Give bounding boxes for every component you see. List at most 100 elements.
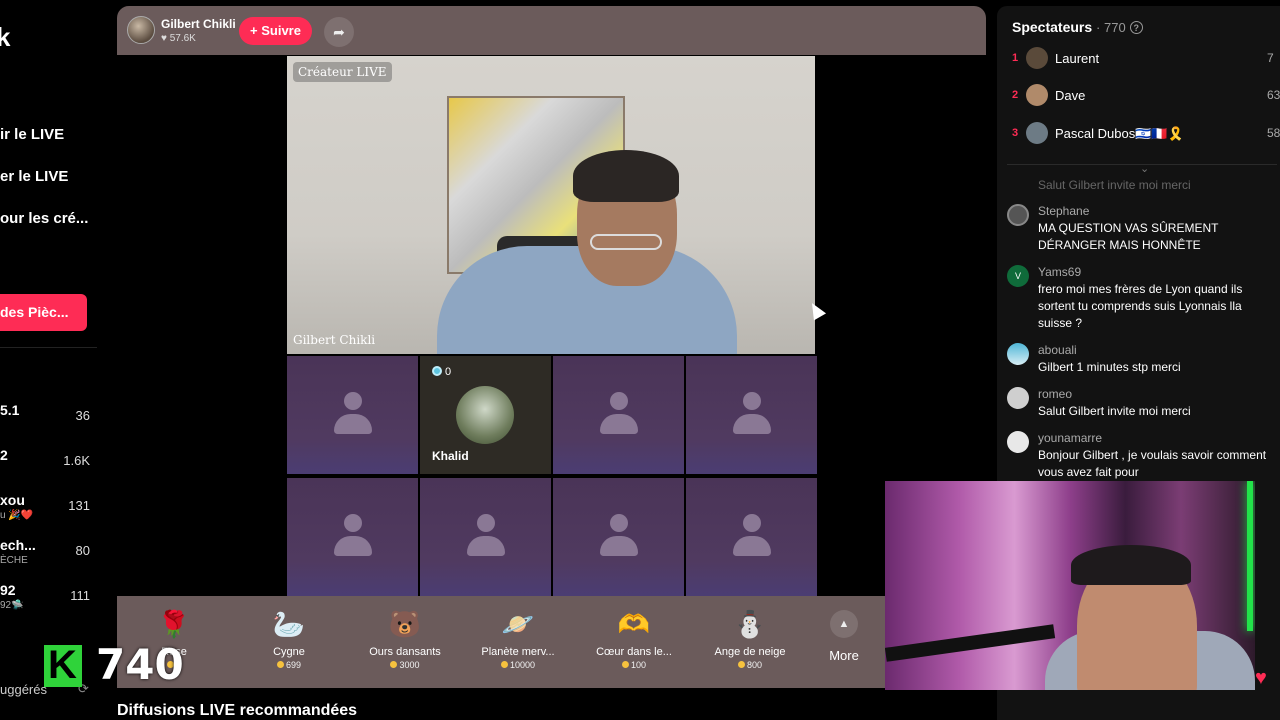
- ranking-row[interactable]: 2 1.6K: [0, 447, 92, 483]
- k-logo-icon: K: [44, 643, 82, 687]
- spectators-title: Spectateurs · 770?: [1012, 19, 1143, 35]
- gift-planet[interactable]: 🪐 Planète merv... 10000: [463, 604, 573, 684]
- more-gifts-button[interactable]: ▲ More: [822, 604, 866, 674]
- faded-chat-message: Salut Gilbert invite moi merci: [1038, 178, 1191, 192]
- guest-slot-empty[interactable]: [686, 478, 817, 596]
- avatar: [1007, 204, 1029, 226]
- gift-price: 100: [579, 660, 689, 670]
- left-sidebar: k ir le LIVE er le LIVE our les cré... d…: [0, 0, 100, 720]
- app-logo[interactable]: k: [0, 22, 10, 53]
- chat-username: abouali: [1038, 343, 1077, 357]
- gift-price: 800: [695, 660, 805, 670]
- guest-slot-empty[interactable]: [420, 478, 551, 596]
- streamer-webcam: [885, 481, 1255, 690]
- guest-slot-empty[interactable]: [553, 478, 684, 596]
- live-header: Gilbert Chikli ♥ 57.6K + Suivre ➦: [117, 6, 986, 55]
- gift-name: Ange de neige: [714, 646, 786, 658]
- ranking-name: ech...: [0, 537, 36, 553]
- coin-icon: [390, 661, 398, 668]
- avatar: [1007, 343, 1029, 365]
- chat-username: romeo: [1038, 387, 1073, 401]
- sidebar-link-1[interactable]: ir le LIVE: [0, 126, 64, 143]
- gift-swan[interactable]: 🦢 Cygne 699: [234, 604, 344, 684]
- avatar: [1026, 47, 1048, 69]
- viewer-name: Dave: [1055, 88, 1086, 103]
- recommended-title: Diffusions LIVE recommandées: [117, 702, 358, 719]
- ranking-row[interactable]: ech... ÈCHE 80: [0, 537, 92, 573]
- get-coins-button[interactable]: des Pièc...: [0, 294, 87, 331]
- heart-icon[interactable]: ♥: [1255, 667, 1267, 690]
- top-viewer-row[interactable]: 2 Dave 63: [1012, 83, 1280, 109]
- avatar: [1007, 431, 1029, 453]
- guest-slot-empty[interactable]: [686, 356, 817, 474]
- guest-avatar: [456, 386, 514, 444]
- follow-button[interactable]: + Suivre: [239, 17, 312, 45]
- viewer-rank: 1: [1012, 52, 1019, 64]
- guest-badge: 0: [432, 366, 451, 378]
- gift-name: Planète merv...: [481, 646, 555, 658]
- ranking-count: 1.6K: [63, 453, 90, 468]
- top-viewer-row[interactable]: 3 Pascal Dubos🇮🇱🇫🇷🎗️ 58: [1012, 121, 1280, 147]
- guest-slot-empty[interactable]: [287, 356, 418, 474]
- host-glasses: [590, 234, 662, 250]
- snowman-icon: ⛄: [733, 609, 767, 639]
- led-light: [1247, 481, 1253, 631]
- guest-slot-empty[interactable]: [287, 478, 418, 596]
- sidebar-link-3[interactable]: our les cré...: [0, 210, 88, 227]
- host-name[interactable]: Gilbert Chikli: [161, 17, 236, 31]
- person-placeholder-icon: [599, 392, 638, 438]
- host-avatar[interactable]: [127, 16, 155, 44]
- share-arrow-icon[interactable]: ➦: [324, 17, 354, 47]
- ranking-sub: u 🎉❤️: [0, 510, 34, 521]
- top-viewer-row[interactable]: 1 Laurent 7: [1012, 46, 1280, 72]
- host-likes: ♥ 57.6K: [161, 33, 196, 44]
- sidebar-link-2[interactable]: er le LIVE: [0, 168, 68, 185]
- avatar: [1007, 387, 1029, 409]
- host-video[interactable]: Créateur LIVE Gilbert Chikli: [287, 56, 815, 354]
- chevron-down-icon[interactable]: ⌄: [1140, 162, 1149, 175]
- rose-icon: 🌹: [157, 609, 191, 639]
- spectators-count: · 770: [1096, 20, 1126, 35]
- chevron-up-icon: ▲: [830, 610, 858, 638]
- gift-name: Ours dansants: [369, 646, 441, 658]
- chat-username: Yams69: [1038, 265, 1082, 279]
- suggested-label: uggérés: [0, 682, 47, 697]
- ranking-name: 2: [0, 447, 8, 463]
- coin-icon: [737, 661, 745, 668]
- chat-text: MA QUESTION VAS SÛREMENT DÉRANGER MAIS H…: [1038, 221, 1219, 252]
- ranking-count: 111: [70, 588, 90, 603]
- chat-text: frero moi mes frères de Lyon quand ils s…: [1038, 282, 1243, 330]
- help-icon[interactable]: ?: [1129, 21, 1143, 34]
- person-placeholder-icon: [732, 514, 771, 560]
- gift-price: 3000: [350, 660, 460, 670]
- gift-heart-hands[interactable]: 🫶 Cœur dans le... 100: [579, 604, 689, 684]
- video-host-name: Gilbert Chikli: [293, 333, 376, 347]
- swan-icon: 🦢: [272, 609, 306, 639]
- person-placeholder-icon: [333, 514, 372, 560]
- chat-username: younamarre: [1038, 431, 1103, 445]
- coin-icon: [276, 661, 284, 668]
- gift-price: 699: [234, 660, 344, 670]
- viewer-rank: 3: [1012, 127, 1019, 139]
- guest-slot-empty[interactable]: [553, 356, 684, 474]
- ranking-name: 5.1: [0, 402, 20, 418]
- k-counter: 740: [96, 640, 184, 689]
- avatar: [1026, 122, 1048, 144]
- chat-text: Salut Gilbert invite moi merci: [1038, 404, 1191, 418]
- gift-snow-angel[interactable]: ⛄ Ange de neige 800: [695, 604, 805, 684]
- host-hair: [573, 150, 679, 202]
- guest-slot-khalid[interactable]: 0 Khalid: [420, 356, 551, 474]
- person-placeholder-icon: [732, 392, 771, 438]
- planet-icon: 🪐: [501, 609, 535, 639]
- diamond-icon: [432, 366, 442, 376]
- creator-tag: Créateur LIVE: [293, 62, 392, 82]
- ranking-sub: 92🛸: [0, 600, 24, 611]
- ranking-row[interactable]: 5.1 36: [0, 402, 92, 438]
- gift-price: 10000: [463, 660, 573, 670]
- viewer-score: 58: [1267, 126, 1280, 140]
- gift-bar: 🌹 Rose 1 🦢 Cygne 699 🐻 Ours dansants 300…: [117, 596, 885, 688]
- gift-dancing-bears[interactable]: 🐻 Ours dansants 3000: [350, 604, 460, 684]
- more-label: More: [829, 648, 859, 663]
- ranking-row[interactable]: xou u 🎉❤️ 131: [0, 492, 92, 528]
- ranking-row[interactable]: 92 92🛸 111: [0, 582, 92, 618]
